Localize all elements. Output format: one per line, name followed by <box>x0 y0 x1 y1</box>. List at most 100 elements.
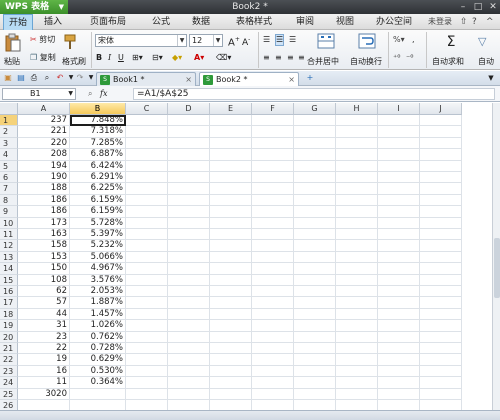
cell[interactable] <box>210 263 252 275</box>
cell[interactable] <box>252 388 294 400</box>
cell[interactable] <box>294 126 336 138</box>
cell[interactable] <box>420 251 462 264</box>
cell[interactable] <box>210 229 252 241</box>
row-header[interactable]: 16 <box>0 286 18 298</box>
cell[interactable] <box>378 194 420 207</box>
cell[interactable] <box>420 297 462 309</box>
cell[interactable] <box>294 160 336 172</box>
cell[interactable] <box>252 172 294 184</box>
cell[interactable] <box>378 320 420 332</box>
decrease-decimal-icon[interactable]: ⁻⁰ <box>406 52 413 64</box>
row-header[interactable]: 19 <box>0 320 18 332</box>
cell-b7[interactable]: 6.225% <box>70 183 126 195</box>
cell[interactable] <box>378 263 420 275</box>
font-name-select[interactable]: 宋体 ▼ <box>95 34 187 47</box>
column-header-e[interactable]: E <box>210 103 252 115</box>
cell-b20[interactable]: 0.762% <box>70 331 126 343</box>
cell[interactable] <box>294 217 336 229</box>
cell-b13[interactable]: 5.066% <box>70 251 126 264</box>
cell-a7[interactable]: 188 <box>18 183 70 195</box>
print-preview-icon[interactable]: ⌕ <box>42 73 52 83</box>
cell[interactable] <box>210 160 252 172</box>
cell[interactable] <box>378 206 420 218</box>
cell[interactable] <box>252 217 294 229</box>
cell[interactable] <box>168 388 210 400</box>
cell-a6[interactable]: 190 <box>18 172 70 184</box>
cell[interactable] <box>168 365 210 378</box>
cell[interactable] <box>378 126 420 138</box>
autosum-button[interactable]: Σ 自动求和 <box>432 33 470 67</box>
cell[interactable] <box>252 320 294 332</box>
menu-home[interactable]: 开始 <box>3 14 33 30</box>
cell-b21[interactable]: 0.728% <box>70 343 126 355</box>
cell[interactable] <box>126 343 168 355</box>
open-folder-icon[interactable]: ▣ <box>3 73 13 83</box>
cell-b10[interactable]: 5.728% <box>70 217 126 229</box>
wrap-text-button[interactable]: 自动换行 <box>350 33 384 67</box>
cell-a8[interactable]: 186 <box>18 194 70 207</box>
merge-border-icon[interactable]: ⊟▾ <box>152 52 163 64</box>
close-icon[interactable]: × <box>185 73 192 86</box>
cell[interactable] <box>168 377 210 389</box>
cell[interactable] <box>168 297 210 309</box>
cell-b23[interactable]: 0.530% <box>70 365 126 378</box>
cell-a2[interactable]: 221 <box>18 126 70 138</box>
name-box[interactable]: B1 ▼ <box>2 88 76 100</box>
align-left-icon[interactable]: ≡ <box>263 52 270 64</box>
row-header[interactable]: 7 <box>0 183 18 195</box>
bold-icon[interactable]: B <box>96 52 102 64</box>
cell[interactable] <box>420 149 462 161</box>
row-header[interactable]: 22 <box>0 354 18 366</box>
cell[interactable] <box>168 160 210 172</box>
cell[interactable] <box>168 115 210 127</box>
cell[interactable] <box>420 160 462 172</box>
cell-b15[interactable]: 3.576% <box>70 274 126 286</box>
cell[interactable] <box>210 240 252 252</box>
cell-b14[interactable]: 4.967% <box>70 263 126 275</box>
column-header-c[interactable]: C <box>126 103 168 115</box>
cell[interactable] <box>126 297 168 309</box>
cell-a13[interactable]: 153 <box>18 251 70 264</box>
cell[interactable] <box>126 172 168 184</box>
cell[interactable] <box>420 229 462 241</box>
minimize-icon[interactable]: – <box>456 0 470 14</box>
increase-decimal-icon[interactable]: ⁺⁰ <box>393 52 400 64</box>
cell[interactable] <box>252 274 294 286</box>
cell[interactable] <box>168 126 210 138</box>
cell[interactable] <box>210 320 252 332</box>
cell[interactable] <box>210 274 252 286</box>
cell[interactable] <box>210 297 252 309</box>
cell[interactable] <box>336 229 378 241</box>
cell[interactable] <box>126 354 168 366</box>
cell[interactable] <box>336 354 378 366</box>
cell[interactable] <box>294 263 336 275</box>
row-header[interactable]: 4 <box>0 149 18 161</box>
cell-a17[interactable]: 57 <box>18 297 70 309</box>
cell[interactable] <box>420 137 462 150</box>
cell[interactable] <box>252 354 294 366</box>
cell[interactable] <box>126 331 168 343</box>
thousands-icon[interactable]: , <box>412 34 415 46</box>
cell[interactable] <box>210 343 252 355</box>
cell-b2[interactable]: 7.318% <box>70 126 126 138</box>
share-icon[interactable]: ⇧ <box>460 14 468 30</box>
cell[interactable] <box>168 263 210 275</box>
cell-b12[interactable]: 5.232% <box>70 240 126 252</box>
column-header-g[interactable]: G <box>294 103 336 115</box>
row-header[interactable]: 15 <box>0 274 18 286</box>
cell[interactable] <box>210 286 252 298</box>
cell[interactable] <box>252 206 294 218</box>
cell[interactable] <box>420 263 462 275</box>
column-header-b[interactable]: B <box>70 103 126 115</box>
formula-input[interactable]: =A1/$A$25 <box>133 88 495 100</box>
cell[interactable] <box>378 297 420 309</box>
cell[interactable] <box>378 115 420 127</box>
row-header[interactable]: 12 <box>0 240 18 252</box>
cell[interactable] <box>126 388 168 400</box>
cell-a24[interactable]: 11 <box>18 377 70 389</box>
cell[interactable] <box>336 377 378 389</box>
cell[interactable] <box>126 149 168 161</box>
cell[interactable] <box>336 126 378 138</box>
row-header[interactable]: 1 <box>0 115 18 127</box>
cell[interactable] <box>420 308 462 321</box>
